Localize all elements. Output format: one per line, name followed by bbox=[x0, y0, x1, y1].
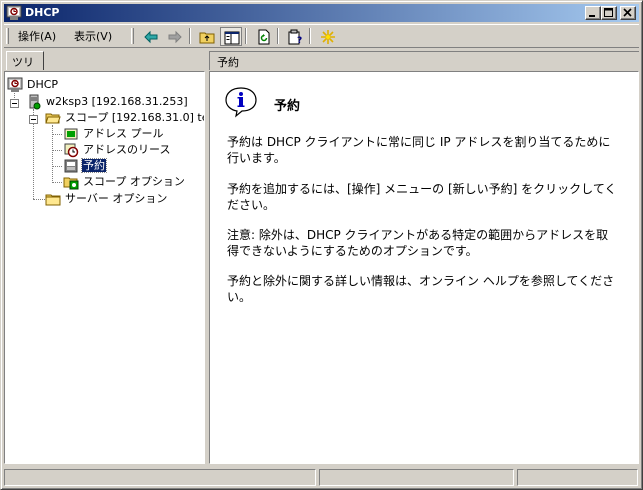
status-cell bbox=[4, 469, 316, 486]
title-bar[interactable]: DHCP bbox=[4, 4, 639, 22]
toolbar-grip[interactable] bbox=[6, 28, 9, 44]
paragraph-note: 注意: 除外は、DHCP クライアントがある特定の範囲からアドレスを取得できない… bbox=[227, 228, 609, 258]
result-pane-header: 予約 bbox=[209, 51, 639, 70]
close-button[interactable] bbox=[620, 6, 636, 20]
properties-icon: ? bbox=[288, 29, 302, 45]
menu-view[interactable]: 表示(V) bbox=[74, 30, 112, 43]
tree-label: DHCP bbox=[27, 78, 59, 91]
up-folder-icon bbox=[199, 32, 215, 44]
mmc-window: DHCP 操作(A) 表示(V) ? ツリ 予約 DHCP w2ksp3 [19… bbox=[0, 0, 643, 490]
folder-open-icon bbox=[45, 113, 61, 124]
dhcp-console-icon bbox=[7, 77, 23, 92]
tree-label: アドレスのリース bbox=[83, 143, 171, 156]
collapse-toggle[interactable] bbox=[10, 99, 19, 108]
tree-connector bbox=[33, 199, 45, 200]
tree-label: スコープ オプション bbox=[83, 175, 185, 188]
folder-icon bbox=[45, 194, 61, 206]
collapse-toggle[interactable] bbox=[29, 115, 38, 124]
info-icon bbox=[224, 86, 258, 121]
scope-options-icon bbox=[63, 177, 79, 190]
tree-label: アドレス プール bbox=[83, 127, 164, 140]
tree-connector bbox=[52, 166, 62, 167]
tree-pane[interactable]: DHCP w2ksp3 [192.168.31.253] スコープ [192.1… bbox=[4, 71, 205, 464]
toolbar-separator bbox=[309, 28, 311, 44]
maximize-button[interactable] bbox=[601, 6, 617, 20]
tree-connector bbox=[52, 134, 62, 135]
maximize-icon bbox=[604, 8, 613, 17]
dhcp-app-icon bbox=[6, 5, 22, 21]
show-hide-tree-icon bbox=[224, 31, 240, 45]
address-leases-icon bbox=[64, 143, 79, 158]
paragraph-how-to-add: 予約を追加するには、[操作] メニューの [新しい予約] をクリックしてください… bbox=[227, 182, 617, 212]
tree-label: スコープ [192.168.31.0] test bbox=[65, 111, 205, 124]
forward-button[interactable] bbox=[164, 27, 186, 46]
forward-arrow-icon bbox=[168, 30, 182, 44]
new-icon bbox=[321, 30, 335, 44]
tab-tree[interactable]: ツリー bbox=[6, 51, 44, 85]
refresh-icon bbox=[258, 29, 270, 45]
paragraph-description: 予約は DHCP クライアントに常に同じ IP アドレスを割り当てるために行いま… bbox=[227, 135, 611, 165]
server-icon bbox=[29, 94, 41, 110]
show-hide-tree-button[interactable] bbox=[220, 27, 242, 46]
tree-label: w2ksp3 [192.168.31.253] bbox=[46, 95, 188, 108]
status-bar bbox=[4, 468, 639, 487]
tree-connector bbox=[52, 150, 62, 151]
status-cell bbox=[319, 469, 514, 486]
tree-label: サーバー オプション bbox=[65, 192, 168, 205]
back-button[interactable] bbox=[140, 27, 162, 46]
close-icon bbox=[623, 8, 632, 17]
menu-toolbar: 操作(A) 表示(V) ? bbox=[4, 24, 639, 48]
tree-label-selected: 予約 bbox=[81, 158, 107, 173]
up-level-button[interactable] bbox=[196, 27, 218, 46]
refresh-button[interactable] bbox=[253, 27, 275, 46]
paragraph-help: 予約と除外に関する詳しい情報は、オンライン ヘルプを参照してください。 bbox=[227, 274, 615, 304]
status-cell bbox=[517, 469, 638, 486]
minimize-icon bbox=[589, 15, 595, 17]
tab-row: ツリー 予約 bbox=[4, 50, 639, 85]
address-pool-icon bbox=[64, 128, 78, 140]
result-pane[interactable]: 予約 予約は DHCP クライアントに常に同じ IP アドレスを割り当てるために… bbox=[209, 71, 639, 464]
menu-action[interactable]: 操作(A) bbox=[18, 30, 56, 43]
reservations-icon bbox=[64, 159, 78, 173]
tree-connector bbox=[52, 182, 62, 183]
window-title: DHCP bbox=[25, 6, 60, 19]
toolbar-grip[interactable] bbox=[131, 28, 134, 44]
toolbar-separator bbox=[245, 28, 247, 44]
toolbar-separator bbox=[277, 28, 279, 44]
minimize-button[interactable] bbox=[585, 6, 601, 20]
result-heading: 予約 bbox=[274, 99, 301, 114]
svg-text:?: ? bbox=[297, 36, 302, 45]
new-button[interactable] bbox=[317, 27, 339, 46]
toolbar-separator bbox=[189, 28, 191, 44]
back-arrow-icon bbox=[144, 30, 158, 44]
properties-button[interactable]: ? bbox=[284, 27, 306, 46]
